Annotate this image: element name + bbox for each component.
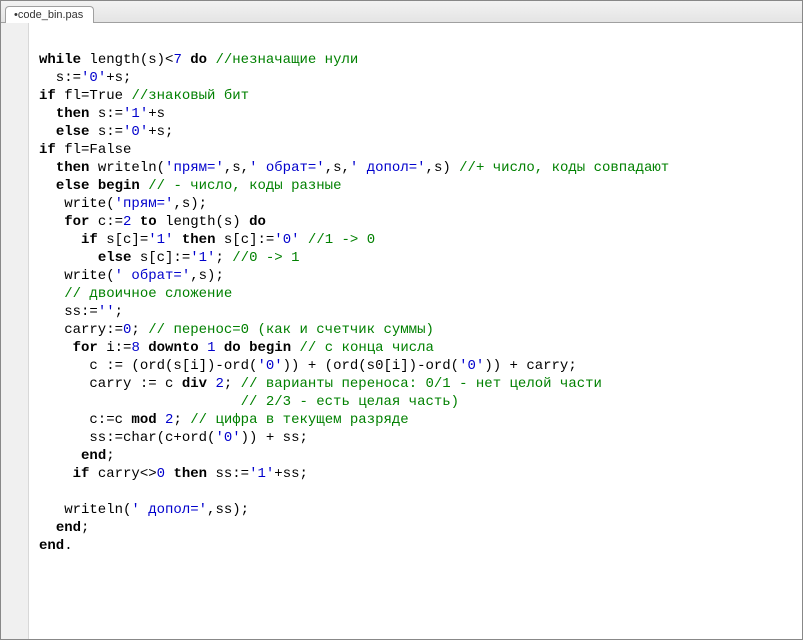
line: c := (ord(s[i])-ord('0')) + (ord(s0[i])-…: [39, 358, 577, 374]
line: end;: [39, 448, 115, 464]
line: c:=c mod 2; // цифра в текущем разряде: [39, 412, 409, 428]
line: write(' обрат=',s);: [39, 268, 224, 284]
line: else s[c]:='1'; //0 -> 1: [39, 250, 299, 266]
line: ss:=char(c+ord('0')) + ss;: [39, 430, 308, 446]
line: if s[c]='1' then s[c]:='0' //1 -> 0: [39, 232, 375, 248]
line: if carry<>0 then ss:='1'+ss;: [39, 466, 308, 482]
line: writeln(' допол=',ss);: [39, 502, 249, 518]
line: s:='0'+s;: [39, 70, 131, 86]
line: else s:='0'+s;: [39, 124, 173, 140]
editor: while length(s)<7 do //незначащие нули s…: [1, 23, 802, 639]
line: // 2/3 - есть целая часть): [39, 394, 459, 410]
line: ss:='';: [39, 304, 123, 320]
line: carry := c div 2; // варианты переноса: …: [39, 376, 602, 392]
line: for i:=8 downto 1 do begin // с конца чи…: [39, 340, 434, 356]
tab-label: •code_bin.pas: [14, 9, 83, 21]
line: write('прям=',s);: [39, 196, 207, 212]
line: then writeln('прям=',s,' обрат=',s,' доп…: [39, 160, 669, 176]
line: then s:='1'+s: [39, 106, 165, 122]
line: end;: [39, 520, 89, 536]
tab-bar: •code_bin.pas: [1, 1, 802, 23]
line: // двоичное сложение: [39, 286, 232, 302]
line: if fl=False: [39, 142, 131, 158]
tab-code-bin[interactable]: •code_bin.pas: [5, 6, 94, 23]
line: for c:=2 to length(s) do: [39, 214, 266, 230]
line: end.: [39, 538, 73, 554]
gutter: [1, 23, 29, 639]
line: carry:=0; // перенос=0 (как и счетчик су…: [39, 322, 434, 338]
line: if fl=True //знаковый бит: [39, 88, 249, 104]
line: while length(s)<7 do //незначащие нули: [39, 52, 358, 68]
line: else begin // - число, коды разные: [39, 178, 341, 194]
code-area[interactable]: while length(s)<7 do //незначащие нули s…: [29, 23, 802, 639]
